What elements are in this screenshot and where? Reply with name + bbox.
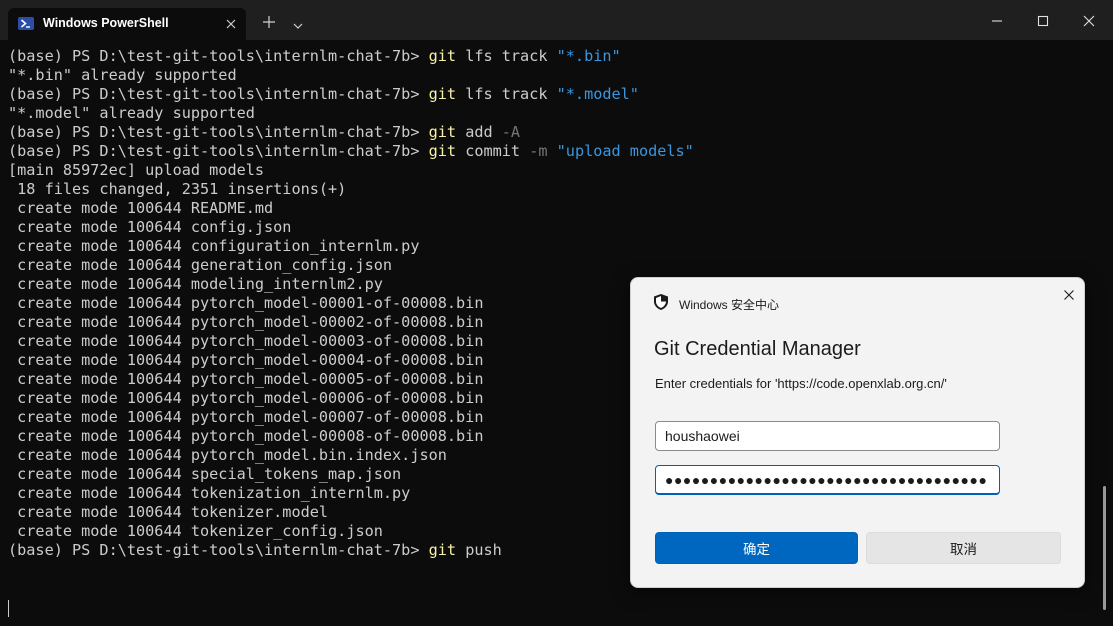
command-flag: -A bbox=[501, 123, 521, 141]
output-line: create mode 100644 pytorch_model-00006-o… bbox=[8, 389, 694, 408]
ok-button[interactable]: 确定 bbox=[655, 532, 858, 564]
output-line: "*.bin" already supported bbox=[8, 66, 694, 85]
command-name: git bbox=[428, 142, 457, 160]
output-text: create mode 100644 pytorch_model-00004-o… bbox=[8, 351, 484, 369]
command-args: push bbox=[456, 541, 502, 559]
command-args: lfs track bbox=[456, 47, 557, 65]
output-line: create mode 100644 pytorch_model.bin.ind… bbox=[8, 446, 694, 465]
output-line: create mode 100644 README.md bbox=[8, 199, 694, 218]
shield-icon bbox=[653, 293, 669, 316]
minimize-icon[interactable] bbox=[990, 13, 1004, 32]
output-line: create mode 100644 pytorch_model-00001-o… bbox=[8, 294, 694, 313]
output-line: create mode 100644 pytorch_model-00002-o… bbox=[8, 313, 694, 332]
maximize-icon[interactable] bbox=[1036, 13, 1050, 32]
prompt: (base) PS D:\test-git-tools\internlm-cha… bbox=[8, 123, 429, 141]
output-text: "*.bin" already supported bbox=[8, 66, 237, 84]
tab-title: Windows PowerShell bbox=[43, 16, 169, 30]
output-text: create mode 100644 generation_config.jso… bbox=[8, 256, 393, 274]
output-line: create mode 100644 pytorch_model-00007-o… bbox=[8, 408, 694, 427]
dialog-close-icon[interactable] bbox=[1062, 288, 1076, 307]
tab-close-icon[interactable] bbox=[224, 16, 238, 35]
output-text: create mode 100644 config.json bbox=[8, 218, 292, 236]
dropdown-chevron-icon[interactable] bbox=[292, 16, 304, 35]
output-line: create mode 100644 configuration_internl… bbox=[8, 237, 694, 256]
output-text: create mode 100644 pytorch_model-00003-o… bbox=[8, 332, 484, 350]
command-name: git bbox=[428, 541, 457, 559]
output-line: create mode 100644 tokenizer_config.json bbox=[8, 522, 694, 541]
powershell-icon bbox=[18, 17, 34, 30]
scrollbar-thumb[interactable] bbox=[1103, 486, 1106, 610]
output-line: "*.model" already supported bbox=[8, 104, 694, 123]
output-line: create mode 100644 modeling_internlm2.py bbox=[8, 275, 694, 294]
output-text: "*.model" already supported bbox=[8, 104, 255, 122]
output-text: create mode 100644 configuration_internl… bbox=[8, 237, 420, 255]
output-line: create mode 100644 pytorch_model-00003-o… bbox=[8, 332, 694, 351]
command-args: add bbox=[456, 123, 502, 141]
output-text: create mode 100644 pytorch_model-00006-o… bbox=[8, 389, 484, 407]
output-text: create mode 100644 tokenizer_config.json bbox=[8, 522, 383, 540]
command-args: lfs track bbox=[456, 85, 557, 103]
output-line: create mode 100644 pytorch_model-00005-o… bbox=[8, 370, 694, 389]
output-line: create mode 100644 pytorch_model-00008-o… bbox=[8, 427, 694, 446]
command-name: git bbox=[428, 85, 457, 103]
command-flag: -m bbox=[529, 142, 548, 160]
password-field[interactable] bbox=[655, 465, 1000, 495]
output-text: create mode 100644 pytorch_model-00008-o… bbox=[8, 427, 484, 445]
output-line: create mode 100644 config.json bbox=[8, 218, 694, 237]
command-line: (base) PS D:\test-git-tools\internlm-cha… bbox=[8, 541, 694, 560]
tab-powershell[interactable]: Windows PowerShell bbox=[8, 8, 246, 40]
output-line: [main 85972ec] upload models bbox=[8, 161, 694, 180]
dialog-message: Enter credentials for 'https://code.open… bbox=[655, 376, 947, 391]
command-line: (base) PS D:\test-git-tools\internlm-cha… bbox=[8, 47, 694, 66]
output-text: create mode 100644 pytorch_model-00007-o… bbox=[8, 408, 484, 426]
new-tab-icon[interactable] bbox=[262, 14, 276, 33]
output-text: create mode 100644 tokenizer.model bbox=[8, 503, 329, 521]
output-text: create mode 100644 modeling_internlm2.py bbox=[8, 275, 383, 293]
cancel-button[interactable]: 取消 bbox=[866, 532, 1061, 564]
text-cursor bbox=[8, 600, 9, 617]
credential-dialog: Windows 安全中心 Git Credential Manager Ente… bbox=[630, 277, 1085, 588]
prompt: (base) PS D:\test-git-tools\internlm-cha… bbox=[8, 142, 429, 160]
output-text: create mode 100644 pytorch_model.bin.ind… bbox=[8, 446, 447, 464]
close-icon[interactable] bbox=[1082, 13, 1096, 32]
output-line: create mode 100644 tokenization_internlm… bbox=[8, 484, 694, 503]
command-string: "upload models" bbox=[556, 142, 694, 160]
command-line: (base) PS D:\test-git-tools\internlm-cha… bbox=[8, 123, 694, 142]
output-line: create mode 100644 special_tokens_map.js… bbox=[8, 465, 694, 484]
username-field[interactable] bbox=[655, 421, 1000, 451]
output-text: [main 85972ec] upload models bbox=[8, 161, 265, 179]
output-text: create mode 100644 pytorch_model-00005-o… bbox=[8, 370, 484, 388]
command-line: (base) PS D:\test-git-tools\internlm-cha… bbox=[8, 142, 694, 161]
command-name: git bbox=[428, 123, 457, 141]
prompt: (base) PS D:\test-git-tools\internlm-cha… bbox=[8, 47, 429, 65]
output-text: create mode 100644 pytorch_model-00001-o… bbox=[8, 294, 484, 312]
command-string: "*.model" bbox=[556, 85, 639, 103]
output-text: create mode 100644 pytorch_model-00002-o… bbox=[8, 313, 484, 331]
command-name: git bbox=[428, 47, 457, 65]
output-text: create mode 100644 tokenization_internlm… bbox=[8, 484, 411, 502]
command-line: (base) PS D:\test-git-tools\internlm-cha… bbox=[8, 85, 694, 104]
prompt: (base) PS D:\test-git-tools\internlm-cha… bbox=[8, 541, 429, 559]
command-args bbox=[548, 142, 557, 160]
terminal-output: (base) PS D:\test-git-tools\internlm-cha… bbox=[8, 47, 694, 560]
command-args: commit bbox=[456, 142, 530, 160]
output-line: create mode 100644 generation_config.jso… bbox=[8, 256, 694, 275]
output-text: 18 files changed, 2351 insertions(+) bbox=[8, 180, 347, 198]
dialog-caption: Windows 安全中心 bbox=[679, 298, 780, 312]
output-text: create mode 100644 special_tokens_map.js… bbox=[8, 465, 402, 483]
dialog-title: Git Credential Manager bbox=[654, 338, 861, 360]
output-line: 18 files changed, 2351 insertions(+) bbox=[8, 180, 694, 199]
command-string: "*.bin" bbox=[556, 47, 621, 65]
output-text: create mode 100644 README.md bbox=[8, 199, 274, 217]
output-line: create mode 100644 tokenizer.model bbox=[8, 503, 694, 522]
prompt: (base) PS D:\test-git-tools\internlm-cha… bbox=[8, 85, 429, 103]
title-bar: Windows PowerShell bbox=[0, 0, 1113, 40]
output-line: create mode 100644 pytorch_model-00004-o… bbox=[8, 351, 694, 370]
